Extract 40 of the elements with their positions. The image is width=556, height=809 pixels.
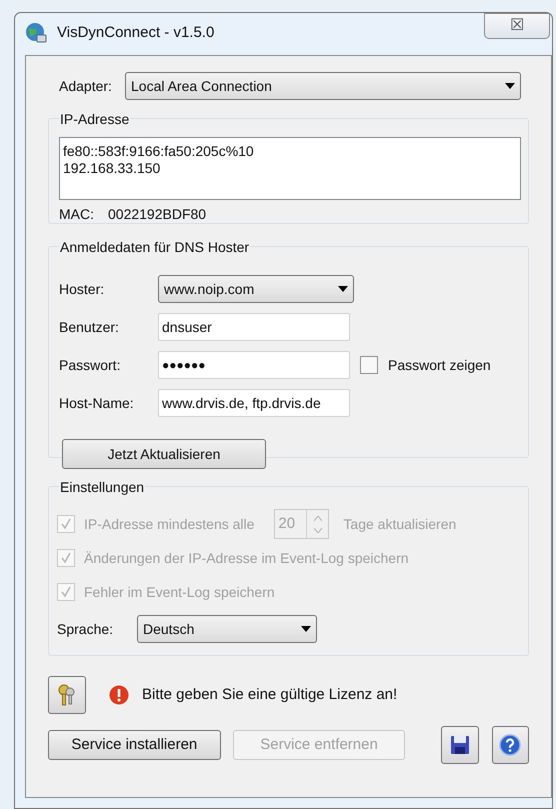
window-title: VisDynConnect - v1.5.0 bbox=[57, 22, 214, 43]
checkbox-label: Passwort zeigen bbox=[388, 356, 491, 375]
field-label: Host-Name: bbox=[59, 394, 135, 412]
update-button[interactable]: Jetzt Aktualisieren bbox=[62, 439, 266, 469]
password-field[interactable]: ●●●●●● bbox=[158, 351, 350, 379]
field-label: Sprache: bbox=[57, 620, 114, 639]
globe-icon bbox=[25, 22, 47, 44]
spinner-suffix: Tage aktualisieren bbox=[343, 514, 456, 534]
checkmark-icon bbox=[60, 586, 72, 598]
input-field[interactable]: dnsuser bbox=[158, 313, 350, 341]
help-button[interactable] bbox=[492, 726, 529, 764]
ip-address: fe80::583f:9166:fa50:205c%10 bbox=[63, 143, 255, 160]
checkmark-icon bbox=[60, 518, 72, 530]
ip-address: 192.168.33.150 bbox=[63, 160, 162, 177]
help-icon bbox=[499, 734, 522, 756]
dropdown-arrow-icon bbox=[301, 626, 311, 632]
field-label: Adapter: bbox=[58, 76, 113, 96]
mac-label: MAC: bbox=[59, 205, 94, 224]
save-button[interactable] bbox=[441, 726, 479, 764]
mac-value: 0022192BDF80 bbox=[108, 205, 206, 224]
dropdown[interactable]: Deutsch bbox=[137, 615, 317, 643]
field-label: Passwort: bbox=[59, 356, 122, 374]
dropdown[interactable]: www.noip.com bbox=[158, 275, 354, 303]
close-button[interactable]: ☒ bbox=[484, 13, 550, 39]
service-button[interactable]: Service installieren bbox=[48, 730, 221, 760]
dropdown-arrow-icon bbox=[338, 286, 348, 292]
dropdown-arrow-icon bbox=[505, 83, 515, 89]
checkbox-label: IP-Adresse mindestens alle bbox=[84, 514, 254, 534]
dropdown[interactable]: Local Area Connection bbox=[125, 72, 521, 100]
checkbox[interactable] bbox=[360, 356, 378, 374]
license-key-button[interactable] bbox=[48, 676, 86, 714]
input-field[interactable]: www.drvis.de, ftp.drvis.de bbox=[158, 389, 350, 417]
checkbox-label: Änderungen der IP-Adresse im Event-Log speichern bbox=[84, 548, 409, 568]
checkbox-label: Fehler im Event-Log speichern bbox=[84, 582, 275, 602]
field-label: Hoster: bbox=[59, 280, 106, 298]
error-icon bbox=[109, 685, 129, 705]
checkmark-icon bbox=[60, 552, 72, 564]
license-message: Bitte geben Sie eine gültige Lizenz an! bbox=[142, 684, 398, 705]
field-label: Benutzer: bbox=[59, 318, 120, 336]
keys-icon bbox=[57, 684, 77, 706]
